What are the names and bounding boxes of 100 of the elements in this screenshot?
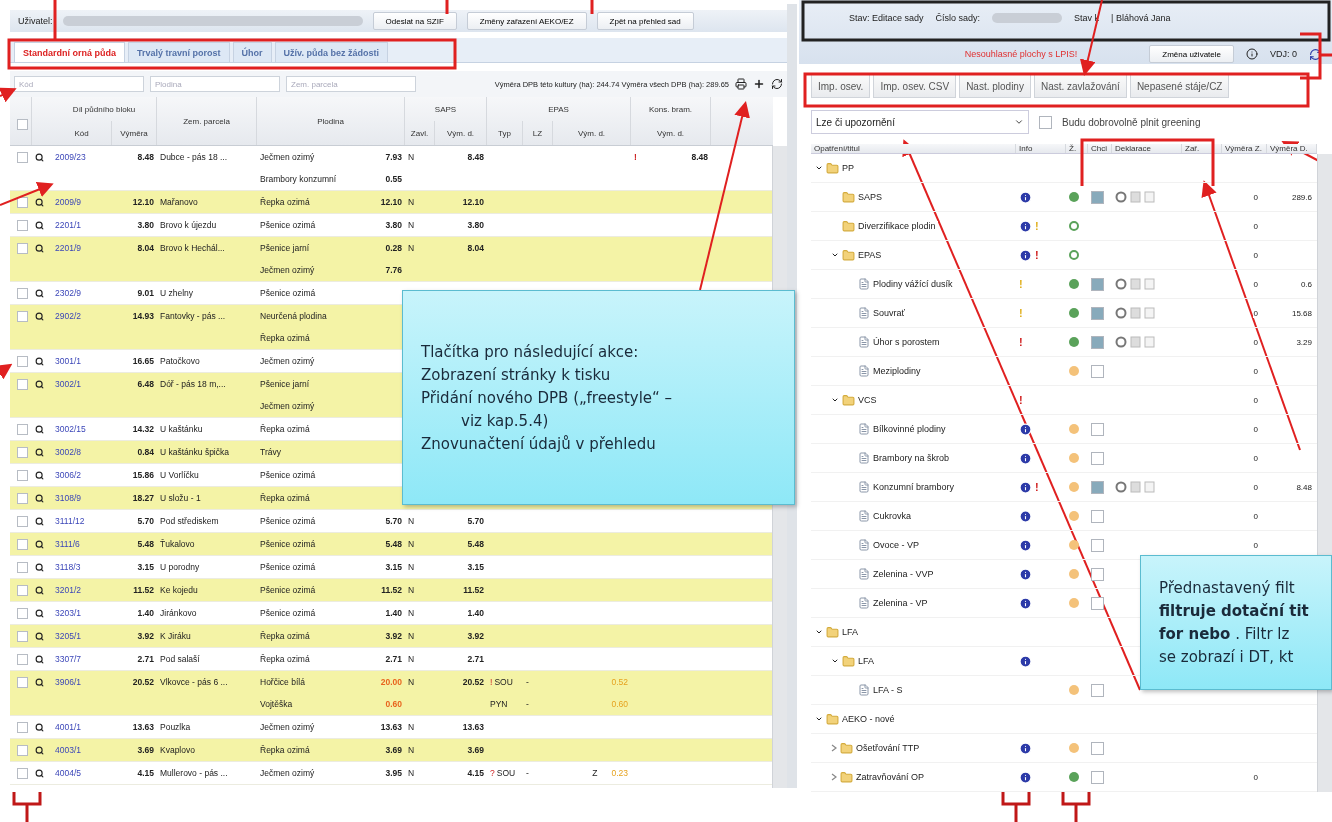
want-checkbox[interactable] <box>1091 306 1104 320</box>
refresh-icon[interactable] <box>771 78 784 90</box>
row-checkbox[interactable] <box>17 424 28 435</box>
row-checkbox[interactable] <box>17 585 28 596</box>
tree-item-label[interactable]: Meziplodiny <box>873 366 923 376</box>
refresh-icon[interactable] <box>1309 47 1322 61</box>
want-checkbox[interactable] <box>1091 335 1104 349</box>
search-icon[interactable] <box>35 243 44 253</box>
parcel-code-link[interactable]: 3108/9 <box>55 487 109 509</box>
tab[interactable]: Standardní orná půda <box>14 42 125 62</box>
want-checkbox[interactable] <box>1091 480 1104 494</box>
tab[interactable]: Užív. půda bez žádosti <box>274 42 388 62</box>
row-checkbox[interactable] <box>17 379 28 390</box>
parcel-code-link[interactable]: 3201/2 <box>55 579 109 601</box>
search-icon[interactable] <box>35 152 44 162</box>
parcel-code-link[interactable]: 3205/1 <box>55 625 109 647</box>
parcel-code-link[interactable]: 3118/3 <box>55 556 109 578</box>
parcel-code-link[interactable]: 4001/1 <box>55 716 109 738</box>
search-icon[interactable] <box>35 493 44 503</box>
want-checkbox[interactable] <box>1091 451 1104 465</box>
parcel-code-link[interactable]: 3111/6 <box>55 533 109 555</box>
row-checkbox[interactable] <box>17 539 28 550</box>
search-icon[interactable] <box>35 379 44 389</box>
want-checkbox[interactable] <box>1091 683 1104 697</box>
row-checkbox[interactable] <box>17 493 28 504</box>
select-all-checkbox[interactable] <box>17 118 28 130</box>
want-checkbox[interactable] <box>1091 509 1104 523</box>
parcel-code-link[interactable]: 3906/1 <box>55 671 109 693</box>
search-icon[interactable] <box>35 608 44 618</box>
tree-item-label[interactable]: Konzumní brambory <box>873 482 957 492</box>
change-user-button[interactable]: Změna uživatele <box>1149 45 1234 63</box>
tree-item-label[interactable]: AEKO - nové <box>842 714 897 724</box>
row-checkbox[interactable] <box>17 197 28 208</box>
parcel-code-link[interactable]: 2009/23 <box>55 146 109 168</box>
search-icon[interactable] <box>35 677 44 687</box>
parcel-code-link[interactable]: 3001/1 <box>55 350 109 372</box>
action-button[interactable]: Imp. osev. <box>811 74 871 98</box>
search-icon[interactable] <box>35 562 44 572</box>
row-checkbox[interactable] <box>17 516 28 527</box>
want-checkbox[interactable] <box>1091 741 1104 755</box>
row-checkbox[interactable] <box>17 152 28 163</box>
lpis-warning-link[interactable]: Nesouhlasné plochy s LPIS! <box>964 49 1078 59</box>
search-icon[interactable] <box>35 288 44 298</box>
row-checkbox[interactable] <box>17 677 28 688</box>
tree-item-label[interactable]: Diverzifikace plodin <box>858 221 938 231</box>
row-checkbox[interactable] <box>17 608 28 619</box>
tree-item-label[interactable]: LFA <box>842 627 860 637</box>
title-filter-select[interactable]: Lze či upozornění <box>811 110 1029 134</box>
tree-item-label[interactable]: Úhor s porostem <box>873 337 942 347</box>
action-button[interactable]: Imp. osev. CSV <box>873 74 957 98</box>
tree-item-label[interactable]: LFA <box>858 656 876 666</box>
want-checkbox[interactable] <box>1091 364 1104 378</box>
parcel-code-link[interactable]: 2201/1 <box>55 214 109 236</box>
search-icon[interactable] <box>35 356 44 366</box>
tree-item-label[interactable]: EPAS <box>858 250 884 260</box>
greening-checkbox[interactable] <box>1039 115 1052 129</box>
filter-field[interactable]: Kód <box>14 76 144 92</box>
row-checkbox[interactable] <box>17 243 28 254</box>
tree-item-label[interactable]: Ošetřování TTP <box>856 743 922 753</box>
row-checkbox[interactable] <box>17 470 28 481</box>
action-button[interactable]: Nepasené stáje/CZ <box>1129 74 1230 98</box>
toolbar-button[interactable]: Zpět na přehled sad <box>596 12 694 30</box>
tree-item-label[interactable]: PP <box>842 163 856 173</box>
parcel-code-link[interactable]: 2302/9 <box>55 282 109 304</box>
filter-field[interactable]: Plodina <box>150 76 280 92</box>
want-checkbox[interactable] <box>1091 422 1104 436</box>
tab[interactable]: Úhor <box>232 42 272 62</box>
parcel-code-link[interactable]: 4004/5 <box>55 762 109 784</box>
tree-item-label[interactable]: SAPS <box>858 192 884 202</box>
tree-item-label[interactable]: LFA - S <box>873 685 905 695</box>
print-icon[interactable] <box>735 78 748 90</box>
toolbar-button[interactable]: Změny zařazení AEKO/EZ <box>466 12 587 30</box>
parcel-code-link[interactable]: 3111/12 <box>55 510 109 532</box>
tree-item-label[interactable]: Ovoce - VP <box>873 540 921 550</box>
row-checkbox[interactable] <box>17 447 28 458</box>
search-icon[interactable] <box>35 516 44 526</box>
want-checkbox[interactable] <box>1091 277 1104 291</box>
plus-icon[interactable] <box>753 78 766 90</box>
row-checkbox[interactable] <box>17 562 28 573</box>
search-icon[interactable] <box>35 447 44 457</box>
dropdown-icon[interactable] <box>1014 117 1024 127</box>
search-icon[interactable] <box>35 197 44 207</box>
want-checkbox[interactable] <box>1091 770 1104 784</box>
want-checkbox[interactable] <box>1091 596 1104 610</box>
row-checkbox[interactable] <box>17 654 28 665</box>
parcel-code-link[interactable]: 2201/9 <box>55 237 109 259</box>
tree-item-label[interactable]: Bílkovinné plodiny <box>873 424 948 434</box>
parcel-code-link[interactable]: 3002/15 <box>55 418 109 440</box>
search-icon[interactable] <box>35 585 44 595</box>
action-button[interactable]: Nast. zavlažování <box>1033 74 1127 98</box>
row-checkbox[interactable] <box>17 356 28 367</box>
search-icon[interactable] <box>35 470 44 480</box>
tree-item-label[interactable]: Souvrať <box>873 308 907 318</box>
want-checkbox[interactable] <box>1091 538 1104 552</box>
search-icon[interactable] <box>35 220 44 230</box>
search-icon[interactable] <box>35 424 44 434</box>
search-icon[interactable] <box>35 768 44 778</box>
parcel-code-link[interactable]: 3307/7 <box>55 648 109 670</box>
parcel-code-link[interactable]: 4003/1 <box>55 739 109 761</box>
parcel-code-link[interactable]: 2009/9 <box>55 191 109 213</box>
